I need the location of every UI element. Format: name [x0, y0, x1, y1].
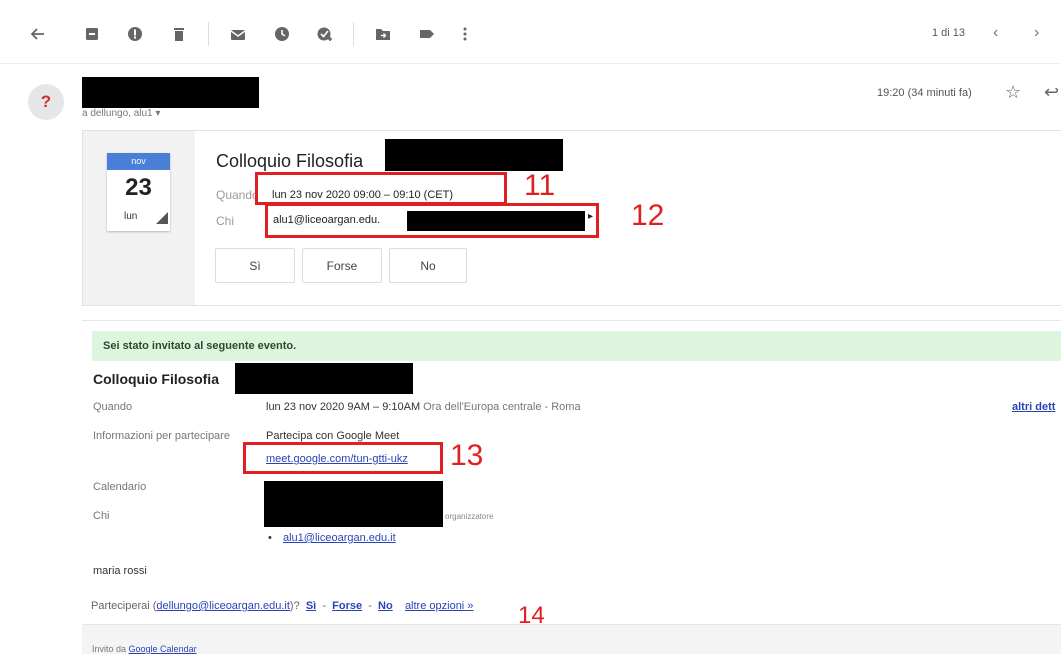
- move-to-icon[interactable]: [373, 24, 393, 44]
- rsvp-no-button[interactable]: No: [389, 248, 467, 283]
- when-label: Quando: [216, 188, 259, 202]
- join-info-label: Informazioni per partecipare: [93, 430, 230, 442]
- attend-separator: -: [322, 600, 327, 612]
- reply-icon[interactable]: ↩: [1044, 82, 1059, 103]
- attend-no-link[interactable]: No: [378, 600, 393, 612]
- calendar-month: nov: [107, 153, 170, 170]
- attend-question: Parteciperai (dellungo@liceoargan.edu.it…: [91, 600, 473, 612]
- more-icon[interactable]: [455, 24, 475, 44]
- attendee-bullet: •: [268, 532, 272, 544]
- redacted-event-title: [385, 139, 563, 171]
- google-calendar-link[interactable]: Google Calendar: [129, 644, 197, 654]
- annotation-12: 12: [631, 199, 665, 232]
- attendee-email[interactable]: alu1@liceoargan.edu.it: [283, 532, 396, 544]
- toolbar-divider: [353, 22, 354, 46]
- organizer-tag: organizzatore: [445, 512, 494, 521]
- attend-email-link[interactable]: dellungo@liceoargan.edu.it: [156, 600, 289, 612]
- archive-icon[interactable]: [82, 24, 102, 44]
- calendar-fold-icon: [156, 212, 168, 224]
- details-when-timezone: Ora dell'Europa centrale - Roma: [423, 401, 581, 413]
- highlight-box-13: [243, 442, 443, 474]
- highlight-box-12: [265, 203, 599, 238]
- calendar-label: Calendario: [93, 481, 147, 493]
- chevron-right-icon[interactable]: ›: [1034, 24, 1039, 42]
- who-label: Chi: [216, 214, 235, 228]
- rsvp-yes-button[interactable]: Sì: [215, 248, 295, 283]
- details-when-label: Quando: [93, 401, 133, 413]
- sender-avatar[interactable]: ?: [28, 84, 64, 120]
- details-who-label: Chi: [93, 510, 110, 522]
- highlight-box-11: [255, 172, 507, 205]
- attend-question-suffix: )?: [289, 600, 300, 612]
- star-icon[interactable]: ☆: [1005, 82, 1021, 103]
- footer-text: Invito da Google Calendar: [92, 644, 197, 654]
- spam-icon[interactable]: [125, 24, 145, 44]
- redacted-organizer: [264, 481, 443, 527]
- attend-question-prefix: Parteciperai (: [91, 600, 157, 612]
- attend-separator: -: [368, 600, 372, 612]
- details-when-time: lun 23 nov 2020 9AM – 9:10AM: [266, 401, 421, 413]
- add-task-icon[interactable]: [315, 24, 335, 44]
- recipient-line[interactable]: a dellungo, alu1 ▾: [82, 108, 160, 119]
- signature: maria rossi: [93, 565, 147, 577]
- more-details-link[interactable]: altri dett: [1012, 401, 1055, 413]
- mark-unread-icon[interactable]: [228, 24, 248, 44]
- calendar-day: 23: [125, 174, 152, 201]
- mail-toolbar: 1 di 13 ‹ ›: [0, 0, 1061, 64]
- details-when-value: lun 23 nov 2020 9AM – 9:10AM Ora dell'Eu…: [266, 401, 581, 413]
- event-title: Colloquio Filosofia: [216, 151, 364, 171]
- chevron-down-icon[interactable]: ▾: [155, 108, 160, 119]
- attend-maybe-link[interactable]: Forse: [332, 600, 362, 612]
- attend-yes-link[interactable]: Sì: [306, 600, 316, 612]
- snooze-icon[interactable]: [272, 24, 292, 44]
- event-details: [82, 320, 1061, 620]
- invite-banner: Sei stato invitato al seguente evento.: [92, 331, 1061, 361]
- recipient-text: a dellungo, alu1: [82, 108, 153, 119]
- back-icon[interactable]: [28, 24, 48, 44]
- calendar-weekday: lun: [124, 211, 138, 222]
- redacted-details-title: [235, 363, 413, 394]
- more-options-link[interactable]: altre opzioni »: [405, 600, 474, 612]
- footer-bar: [82, 624, 1061, 654]
- redacted-sender-name: [82, 77, 259, 108]
- delete-icon[interactable]: [169, 24, 189, 44]
- annotation-11: 11: [524, 169, 556, 202]
- details-event-title: Colloquio Filosofia: [93, 371, 219, 387]
- rsvp-maybe-button[interactable]: Forse: [302, 248, 382, 283]
- label-icon[interactable]: [417, 24, 437, 44]
- chevron-left-icon[interactable]: ‹: [993, 24, 998, 42]
- pager-count: 1 di 13: [932, 27, 966, 39]
- toolbar-divider: [208, 22, 209, 46]
- message-time: 19:20 (34 minuti fa): [877, 87, 972, 99]
- join-info-value: Partecipa con Google Meet: [266, 430, 400, 442]
- annotation-13: 13: [450, 439, 484, 472]
- footer-prefix: Invito da: [92, 644, 129, 654]
